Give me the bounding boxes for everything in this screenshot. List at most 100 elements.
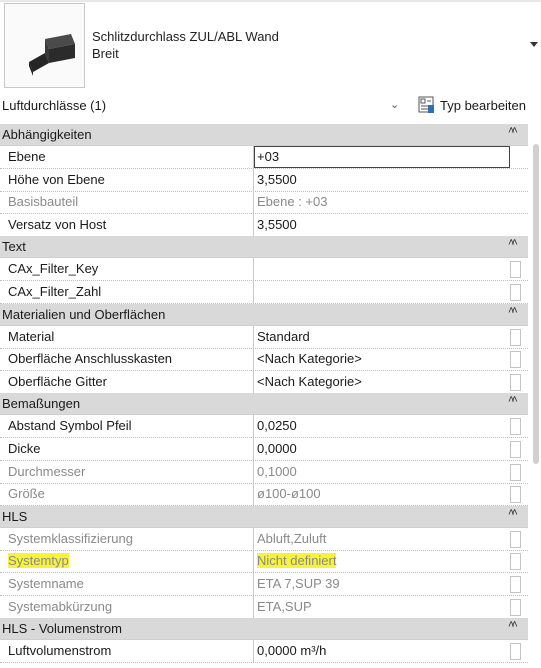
column-divider <box>253 258 254 280</box>
property-value: ETA 7,SUP 39 <box>257 576 340 591</box>
category-filter-label: Luftdurchlässe (1) <box>2 98 107 113</box>
property-row[interactable]: Dicke 0,0000 <box>0 438 528 461</box>
associate-parameter-button[interactable] <box>510 599 521 616</box>
property-row[interactable]: Basisbauteil Ebene : +03 <box>0 191 528 214</box>
category-row: Luftdurchlässe (1) ⌄ Typ bearbeiten <box>0 94 541 118</box>
property-row[interactable]: Systemabkürzung ETA,SUP <box>0 596 528 619</box>
property-name: Luftvolumenstrom <box>8 643 112 658</box>
associate-parameter-button[interactable] <box>510 553 521 570</box>
collapse-icon[interactable]: ˄˄ <box>508 507 518 519</box>
property-row[interactable]: Oberfläche Anschlusskasten <Nach Kategori… <box>0 348 528 371</box>
associate-parameter-button[interactable] <box>510 261 521 278</box>
property-value[interactable]: Standard <box>257 329 310 344</box>
property-value: ETA,SUP <box>257 599 312 614</box>
property-row[interactable]: Höhe von Ebene 3,5500 <box>0 169 528 192</box>
property-name: Abstand Symbol Pfeil <box>8 418 132 433</box>
column-divider <box>253 214 254 236</box>
type-dropdown-icon[interactable] <box>530 42 538 47</box>
property-row[interactable]: CAx_Filter_Key <box>0 258 528 281</box>
collapse-icon[interactable]: ˄˄ <box>508 305 518 317</box>
column-divider <box>253 461 254 483</box>
associate-parameter-button[interactable] <box>510 284 521 301</box>
column-divider <box>253 415 254 437</box>
column-divider <box>253 483 254 505</box>
property-value: Abluft,Zuluft <box>257 531 327 546</box>
property-value[interactable]: 0,0250 <box>257 418 297 433</box>
property-row[interactable]: Versatz von Host 3,5500 <box>0 214 528 237</box>
property-name: Durchmesser <box>8 464 86 479</box>
property-name: Versatz von Host <box>8 217 107 232</box>
property-name: CAx_Filter_Key <box>8 261 99 276</box>
property-value-input[interactable] <box>254 146 510 168</box>
group-header[interactable]: Bemaßungen ˄˄ <box>0 393 528 416</box>
property-name: Systemname <box>8 576 84 591</box>
property-row[interactable]: Material Standard <box>0 326 528 349</box>
property-value: ø100-ø100 <box>257 486 321 501</box>
group-label: Bemaßungen <box>2 396 81 412</box>
group-header[interactable]: HLS ˄˄ <box>0 505 528 528</box>
group-header[interactable]: HLS - Volumenstrom ˄˄ <box>0 618 528 641</box>
property-row[interactable]: CAx_Filter_Zahl <box>0 281 528 304</box>
collapse-icon[interactable]: ˄˄ <box>508 237 518 249</box>
family-preview-image <box>4 3 85 88</box>
collapse-icon[interactable]: ˄˄ <box>508 394 518 406</box>
property-row[interactable]: Luftvolumenstrom 0,0000 m³/h <box>0 640 528 663</box>
property-name: Ebene <box>8 149 46 164</box>
associate-parameter-button[interactable] <box>510 464 521 481</box>
associate-parameter-button[interactable] <box>510 441 521 458</box>
property-value[interactable]: <Nach Kategorie> <box>257 351 362 366</box>
group-label: Abhängigkeiten <box>2 127 92 142</box>
associate-parameter-button[interactable] <box>510 351 521 368</box>
associate-parameter-button[interactable] <box>510 531 521 548</box>
property-name: Material <box>8 329 55 344</box>
column-divider <box>253 326 254 348</box>
group-header[interactable]: Abhängigkeiten ˄˄ <box>0 124 528 146</box>
property-value[interactable]: 0,0000 <box>257 441 297 456</box>
property-row[interactable]: Ebene +03 <box>0 146 528 169</box>
property-value: 0,1000 <box>257 464 297 479</box>
property-value[interactable]: 3,5500 <box>257 172 297 187</box>
property-value[interactable]: <Nach Kategorie> <box>257 374 362 389</box>
property-name: Basisbauteil <box>8 194 79 209</box>
associate-parameter-button[interactable] <box>510 576 521 593</box>
collapse-icon[interactable]: ˄˄ <box>508 125 518 137</box>
group-label: Text <box>2 239 26 255</box>
column-divider <box>253 348 254 370</box>
property-value[interactable]: 0,0000 m³/h <box>257 643 326 658</box>
property-row[interactable]: Systemklassifizierung Abluft,Zuluft <box>0 528 528 551</box>
property-name: Größe <box>8 486 45 501</box>
edit-type-icon <box>418 96 434 113</box>
property-value: Ebene : +03 <box>257 194 328 209</box>
associate-parameter-button[interactable] <box>510 418 521 435</box>
column-divider <box>253 596 254 618</box>
property-row[interactable]: Systemname ETA 7,SUP 39 <box>0 573 528 596</box>
property-value[interactable]: +03 <box>257 149 279 164</box>
property-row[interactable]: Abstand Symbol Pfeil 0,0250 <box>0 415 528 438</box>
property-name: CAx_Filter_Zahl <box>8 284 102 299</box>
property-name: Systemabkürzung <box>8 599 113 614</box>
property-row[interactable]: Oberfläche Gitter <Nach Kategorie> <box>0 371 528 394</box>
group-header[interactable]: Materialien und Oberflächen ˄˄ <box>0 303 528 326</box>
edit-type-button[interactable]: Typ bearbeiten <box>418 94 541 118</box>
column-divider <box>253 191 254 213</box>
group-label: Materialien und Oberflächen <box>2 306 166 322</box>
column-divider <box>253 573 254 595</box>
category-filter-dropdown[interactable]: Luftdurchlässe (1) ⌄ <box>0 94 410 118</box>
associate-parameter-button[interactable] <box>510 329 521 346</box>
property-row[interactable]: Systemtyp Nicht definiert <box>0 550 528 573</box>
panel-top-edge <box>0 0 541 2</box>
property-value[interactable]: 3,5500 <box>257 217 297 232</box>
type-selector[interactable]: Schlitzdurchlass ZUL/ABL Wand Breit <box>0 0 541 93</box>
property-name: Höhe von Ebene <box>8 172 105 187</box>
collapse-icon[interactable]: ˄˄ <box>508 619 518 631</box>
group-header[interactable]: Text ˄˄ <box>0 236 528 259</box>
properties-grid: Abhängigkeiten ˄˄ Ebene +03 Höhe von Ebene 3,… <box>0 124 541 668</box>
property-name: Systemtyp <box>8 553 69 568</box>
property-row[interactable]: Durchmesser 0,1000 <box>0 461 528 484</box>
associate-parameter-button[interactable] <box>510 643 521 660</box>
edit-type-label: Typ bearbeiten <box>440 98 527 113</box>
associate-parameter-button[interactable] <box>510 374 521 391</box>
associate-parameter-button[interactable] <box>510 486 521 503</box>
property-row[interactable]: Größe ø100-ø100 <box>0 483 528 506</box>
scrollbar[interactable] <box>533 144 539 464</box>
